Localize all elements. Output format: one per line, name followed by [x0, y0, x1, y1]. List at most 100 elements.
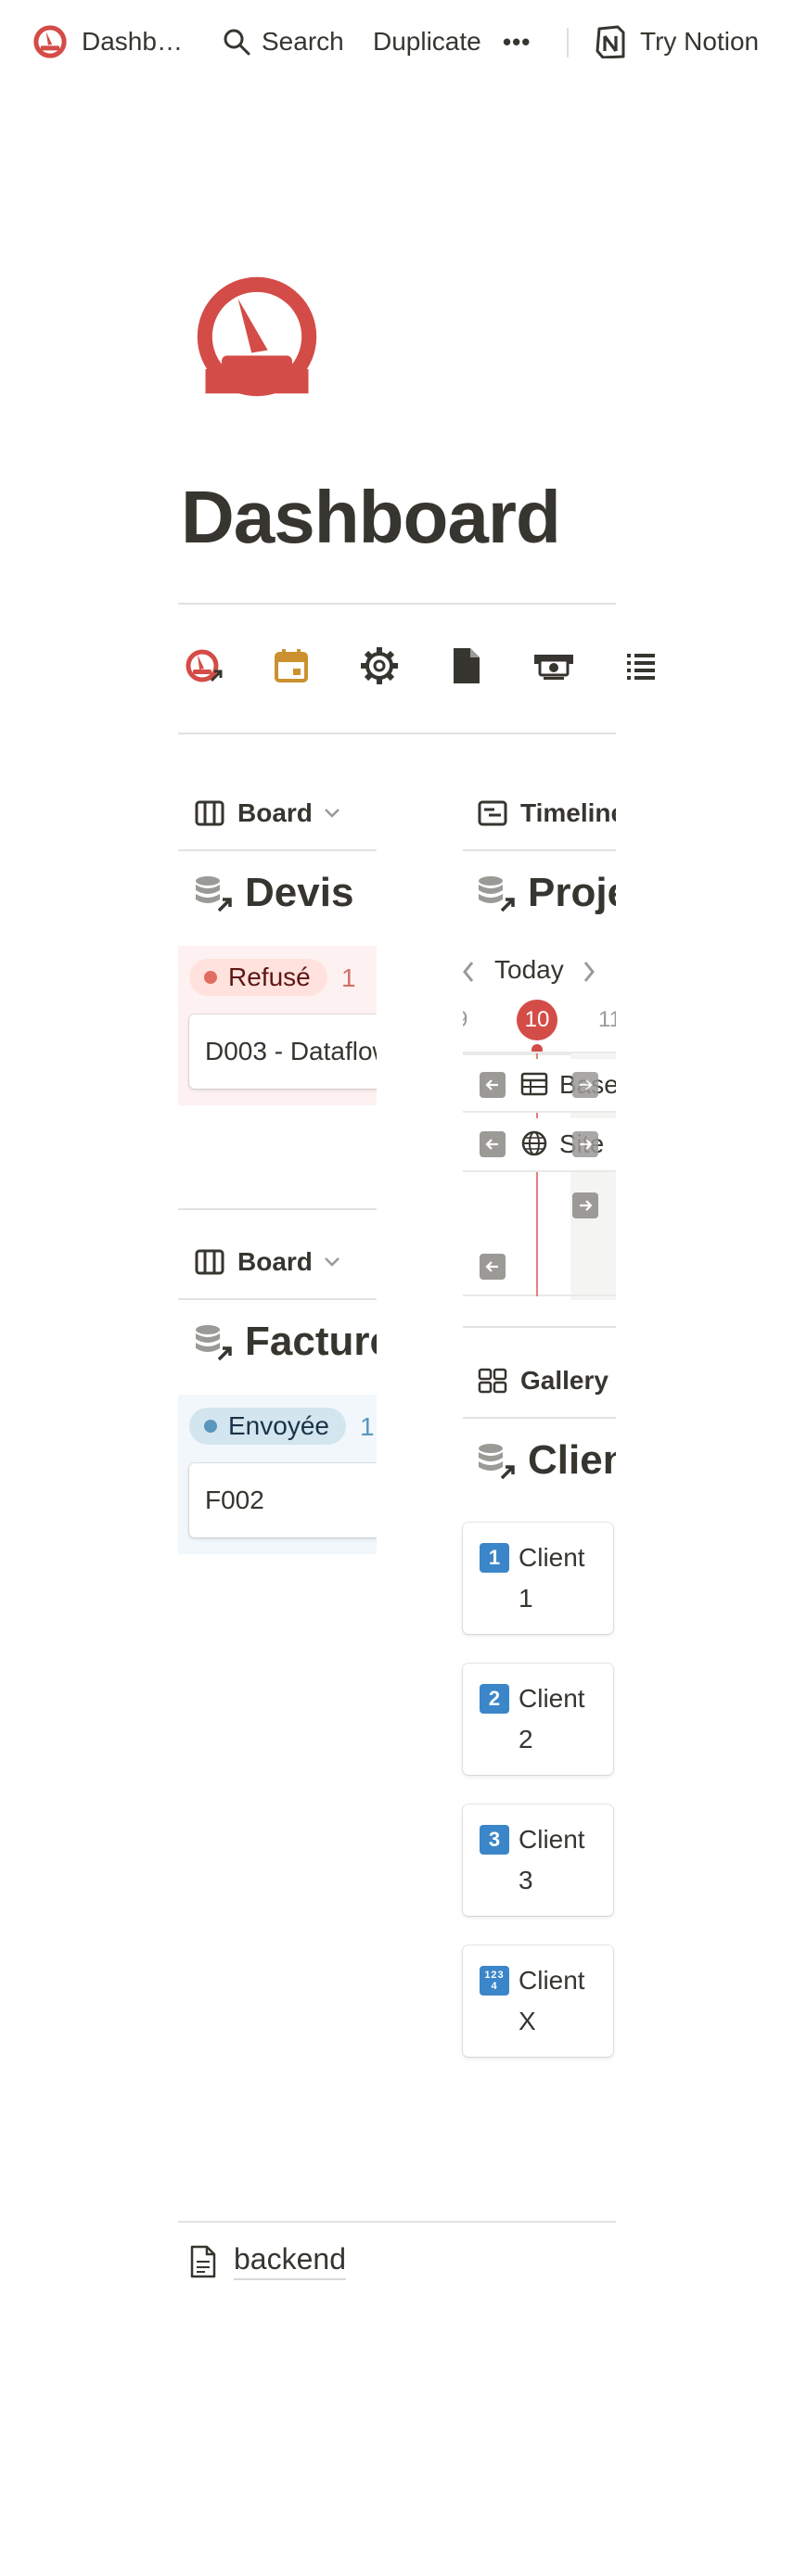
divider	[463, 849, 616, 851]
gallery-card[interactable]: 1234 Client X	[463, 1945, 613, 2057]
more-button[interactable]: •••	[503, 0, 531, 83]
chevron-down-icon	[325, 809, 339, 818]
divider	[178, 603, 616, 605]
dashboard-link-icon[interactable]	[181, 643, 227, 689]
view-tab-label: Board	[237, 1247, 313, 1276]
gallery-card-title: Client 3	[519, 1825, 585, 1894]
status-dot	[204, 971, 217, 984]
divider	[463, 1326, 616, 1328]
scroll-right-button[interactable]	[572, 1192, 598, 1218]
calendar-icon[interactable]	[268, 643, 314, 689]
timeline-icon	[478, 800, 507, 826]
database-title[interactable]: Devis	[193, 870, 353, 916]
topbar-divider	[567, 28, 569, 57]
gear-icon[interactable]	[356, 643, 403, 689]
money-icon[interactable]	[531, 643, 577, 689]
scroll-right-button[interactable]	[572, 1072, 598, 1098]
divider	[178, 733, 616, 734]
subpage-link[interactable]: backend	[189, 2242, 346, 2280]
group-count: 1	[341, 963, 356, 992]
arrow-left-icon	[485, 1079, 498, 1090]
try-notion-label: Try Notion	[640, 27, 760, 56]
arrow-right-icon	[580, 1139, 593, 1150]
arrow-right-icon	[580, 1079, 593, 1090]
scroll-left-button[interactable]	[480, 1131, 506, 1157]
database-link-icon	[479, 876, 515, 912]
keycap-number-icon: 1	[480, 1543, 509, 1573]
database-title-text: Factures	[245, 1319, 377, 1364]
clients-gallery-view: Gallery Clients	[463, 1337, 616, 1486]
more-icon: •••	[503, 27, 531, 56]
view-tab-board[interactable]: Board	[195, 1239, 340, 1285]
gallery-card[interactable]: 3 Client 3	[463, 1804, 613, 1916]
timeline-row[interactable]: Base	[463, 1059, 616, 1113]
database-title[interactable]: Clients	[476, 1437, 616, 1484]
view-tab-label: Board	[237, 798, 313, 827]
gallery-card[interactable]: 2 Client 2	[463, 1664, 613, 1775]
card-title: D003 - Dataflow	[205, 1037, 377, 1065]
status-badge[interactable]: Refusé	[189, 959, 327, 996]
current-day-badge: 10	[517, 1000, 557, 1040]
projets-timeline-view: Timeline Projets Today 9 10 11 Bas	[463, 770, 616, 1326]
divider	[178, 849, 377, 851]
scroll-left-button[interactable]	[480, 1072, 506, 1098]
database-title[interactable]: Projets	[476, 870, 616, 916]
divider	[178, 1298, 377, 1300]
list-icon[interactable]	[618, 643, 664, 689]
page-icon[interactable]	[189, 269, 325, 404]
view-tab-label: Gallery	[520, 1366, 608, 1395]
subpage-title: backend	[234, 2242, 346, 2280]
arrow-right-icon	[580, 1200, 593, 1211]
devis-board-view: Board Devis Refusé 1 D003 - Dataflow	[178, 770, 377, 1141]
database-title-text: Devis	[245, 870, 354, 915]
database-title[interactable]: Factures	[193, 1319, 377, 1365]
scroll-left-button[interactable]	[480, 1254, 506, 1280]
duplicate-button[interactable]: Duplicate	[373, 0, 481, 83]
keycap-number-icon: 2	[480, 1684, 509, 1714]
gallery-card[interactable]: 1 Client 1	[463, 1523, 613, 1634]
card-title: F002	[205, 1486, 264, 1514]
search-label: Search	[262, 27, 344, 56]
chevron-left-icon[interactable]	[463, 961, 474, 983]
status-dot	[204, 1420, 217, 1433]
breadcrumb[interactable]: Dashb…	[33, 0, 183, 83]
view-tab-board[interactable]: Board	[195, 790, 340, 836]
keycap-number-icon: 3	[480, 1825, 509, 1855]
status-badge[interactable]: Envoyée	[189, 1408, 346, 1445]
status-label: Envoyée	[228, 1411, 329, 1440]
view-tab-label: Timeline	[520, 798, 616, 827]
top-bar: Dashb… Search Duplicate ••• Try Notion	[0, 0, 794, 83]
search-button[interactable]: Search	[223, 0, 344, 83]
database-link-icon	[196, 876, 232, 912]
view-tab-timeline[interactable]: Timeline	[478, 790, 616, 836]
gallery-card-title: Client 2	[519, 1684, 585, 1753]
today-button[interactable]: Today	[494, 955, 564, 985]
try-notion-button[interactable]: Try Notion	[594, 0, 759, 83]
board-card[interactable]: F002	[189, 1463, 377, 1537]
document-icon[interactable]	[443, 643, 490, 689]
status-label: Refusé	[228, 963, 311, 991]
divider	[178, 1208, 377, 1210]
view-tab-gallery[interactable]: Gallery	[478, 1358, 616, 1404]
keycap-numbers-icon: 1234	[480, 1966, 509, 1996]
scroll-right-button[interactable]	[572, 1131, 598, 1157]
notion-logo-icon	[596, 25, 625, 58]
database-link-icon	[479, 1444, 515, 1480]
timeline-row[interactable]: Site	[463, 1118, 616, 1172]
board-group-refuse: Refusé 1 D003 - Dataflow	[178, 946, 377, 1105]
factures-board-view: Board Factures Envoyée 1 F002	[178, 1218, 377, 1571]
arrow-left-icon	[485, 1261, 498, 1272]
gallery-card-title: Client 1	[519, 1543, 585, 1613]
board-icon	[195, 800, 224, 826]
day-label: 11	[598, 1007, 616, 1032]
dashboard-gauge-icon	[197, 276, 317, 397]
board-card[interactable]: D003 - Dataflow	[189, 1014, 377, 1089]
page-title[interactable]: Dashboard	[181, 475, 561, 560]
search-icon	[224, 29, 250, 56]
database-title-text: Projets	[528, 870, 616, 915]
globe-icon	[521, 1130, 547, 1156]
arrow-left-icon	[485, 1139, 498, 1150]
chevron-right-icon[interactable]	[583, 961, 595, 983]
board-group-envoyee: Envoyée 1 F002	[178, 1395, 377, 1554]
duplicate-label: Duplicate	[373, 27, 481, 56]
